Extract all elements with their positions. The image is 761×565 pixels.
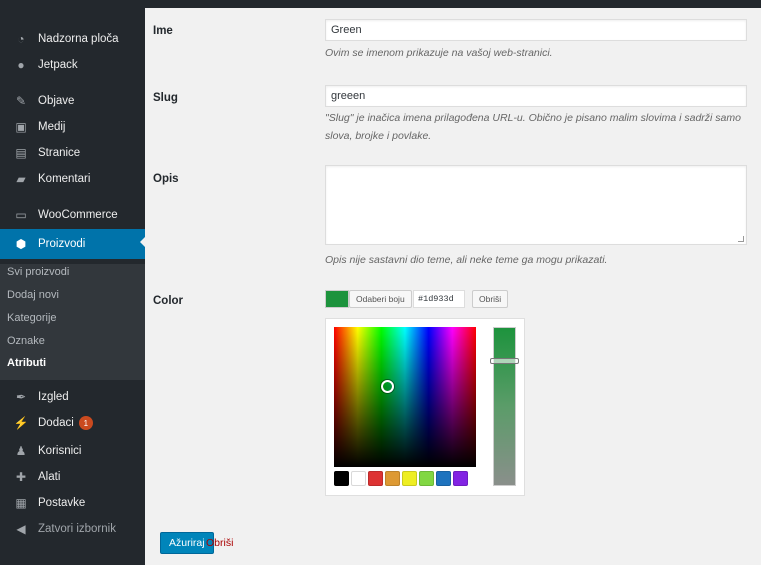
sidebar-item-label: Jetpack bbox=[38, 59, 78, 71]
sidebar-item-tools[interactable]: ✚ Alati bbox=[0, 464, 145, 490]
sidebar-item-label: Proizvodi bbox=[38, 238, 86, 250]
sidebar-item-dashboard[interactable]: ◔ Nadzorna ploča bbox=[0, 26, 145, 52]
edit-attribute-term-form: Ime Ovim se imenom prikazuje na vašoj we… bbox=[145, 8, 761, 565]
sidebar-item-products[interactable]: ⬢ Proizvodi bbox=[0, 229, 146, 259]
update-count-badge: 1 bbox=[78, 416, 93, 430]
description-textarea[interactable] bbox=[325, 165, 747, 245]
sidebar-item-label: Objave bbox=[38, 95, 75, 107]
products-submenu: Svi proizvodi Dodaj novi Kategorije Ozna… bbox=[0, 264, 145, 380]
name-input[interactable] bbox=[325, 19, 747, 41]
jetpack-icon: ● bbox=[17, 58, 25, 72]
palette-swatch-red[interactable] bbox=[368, 471, 383, 486]
sidebar-item-label: Zatvori izbornik bbox=[38, 523, 116, 535]
description-help: Opis nije sastavni dio teme, ali neke te… bbox=[325, 254, 608, 266]
description-label: Opis bbox=[153, 173, 179, 185]
collapse-icon: ◀ bbox=[16, 522, 26, 536]
palette-swatch-green[interactable] bbox=[419, 471, 434, 486]
choose-color-button[interactable]: Odaberi boju bbox=[349, 290, 412, 308]
saturation-area[interactable] bbox=[334, 327, 476, 467]
color-palette bbox=[334, 471, 468, 486]
sidebar-item-label: Dodaci bbox=[38, 417, 74, 429]
slider-handle[interactable] bbox=[490, 358, 519, 364]
sidebar-item-plugins[interactable]: ⚡ Dodaci 1 bbox=[0, 410, 145, 436]
admin-sidebar: ◔ Nadzorna ploča ● Jetpack ✎ Objave ▣ Me… bbox=[0, 8, 146, 565]
sidebar-item-jetpack[interactable]: ● Jetpack bbox=[0, 52, 145, 78]
sidebar-item-label: Korisnici bbox=[38, 445, 82, 457]
products-icon: ⬢ bbox=[15, 237, 27, 251]
sidebar-item-settings[interactable]: ▦ Postavke bbox=[0, 490, 145, 516]
palette-swatch-blue[interactable] bbox=[436, 471, 451, 486]
pages-icon: ▤ bbox=[15, 146, 27, 160]
settings-icon: ▦ bbox=[15, 496, 27, 510]
sidebar-item-label: Stranice bbox=[38, 147, 81, 159]
sidebar-item-posts[interactable]: ✎ Objave bbox=[0, 88, 145, 114]
name-description: Ovim se imenom prikazuje na vašoj web-st… bbox=[325, 47, 553, 59]
lightness-slider[interactable] bbox=[490, 327, 519, 486]
slug-input[interactable] bbox=[325, 85, 747, 107]
woocommerce-icon: ▭ bbox=[15, 208, 27, 222]
palette-swatch-white[interactable] bbox=[351, 471, 366, 486]
clear-color-button[interactable]: Obriši bbox=[472, 290, 509, 308]
sidebar-item-label: Nadzorna ploča bbox=[38, 33, 119, 45]
submenu-item-attributes[interactable]: Atributi bbox=[7, 357, 46, 369]
sidebar-item-media[interactable]: ▣ Medij bbox=[0, 114, 145, 140]
delete-link[interactable]: Obriši bbox=[206, 537, 233, 549]
hex-color-input[interactable]: #1d933d bbox=[413, 290, 465, 308]
submenu-item-categories[interactable]: Kategorije bbox=[7, 312, 57, 324]
palette-swatch-purple[interactable] bbox=[453, 471, 468, 486]
media-icon: ▣ bbox=[15, 120, 27, 134]
sidebar-item-label: Postavke bbox=[38, 497, 86, 509]
sidebar-item-label: Alati bbox=[38, 471, 61, 483]
palette-swatch-black[interactable] bbox=[334, 471, 349, 486]
plugins-icon: ⚡ bbox=[13, 416, 29, 430]
palette-swatch-yellow[interactable] bbox=[402, 471, 417, 486]
sidebar-item-pages[interactable]: ▤ Stranice bbox=[0, 140, 145, 166]
palette-swatch-orange[interactable] bbox=[385, 471, 400, 486]
name-label: Ime bbox=[153, 25, 173, 37]
color-picker-panel bbox=[325, 318, 525, 496]
submenu-item-all-products[interactable]: Svi proizvodi bbox=[7, 266, 69, 278]
dashboard-icon: ◔ bbox=[17, 32, 25, 46]
pin-icon: ✎ bbox=[15, 94, 27, 108]
resize-handle-icon[interactable] bbox=[738, 236, 744, 242]
comments-icon: ▰ bbox=[16, 172, 26, 186]
sidebar-item-label: WooCommerce bbox=[38, 209, 118, 221]
sidebar-item-woocommerce[interactable]: ▭ WooCommerce bbox=[0, 202, 145, 228]
slug-label: Slug bbox=[153, 92, 178, 104]
saturation-handle[interactable] bbox=[381, 380, 394, 393]
users-icon: ♟ bbox=[15, 444, 27, 458]
sidebar-collapse-menu[interactable]: ◀ Zatvori izbornik bbox=[0, 516, 145, 542]
sidebar-item-comments[interactable]: ▰ Komentari bbox=[0, 166, 145, 192]
color-label: Color bbox=[153, 295, 184, 307]
sidebar-item-appearance[interactable]: ✒ Izgled bbox=[0, 384, 145, 410]
current-color-swatch[interactable] bbox=[325, 290, 349, 308]
appearance-icon: ✒ bbox=[15, 390, 27, 404]
submenu-item-tags[interactable]: Oznake bbox=[7, 335, 45, 347]
sidebar-item-label: Medij bbox=[38, 121, 66, 133]
sidebar-item-label: Izgled bbox=[38, 391, 69, 403]
sidebar-item-users[interactable]: ♟ Korisnici bbox=[0, 438, 145, 464]
tools-icon: ✚ bbox=[15, 470, 27, 484]
sidebar-item-label: Komentari bbox=[38, 173, 91, 185]
slug-description: "Slug" je inačica imena prilagođena URL-… bbox=[325, 112, 741, 142]
submenu-item-add-new[interactable]: Dodaj novi bbox=[7, 289, 59, 301]
admin-top-bar bbox=[0, 0, 761, 8]
